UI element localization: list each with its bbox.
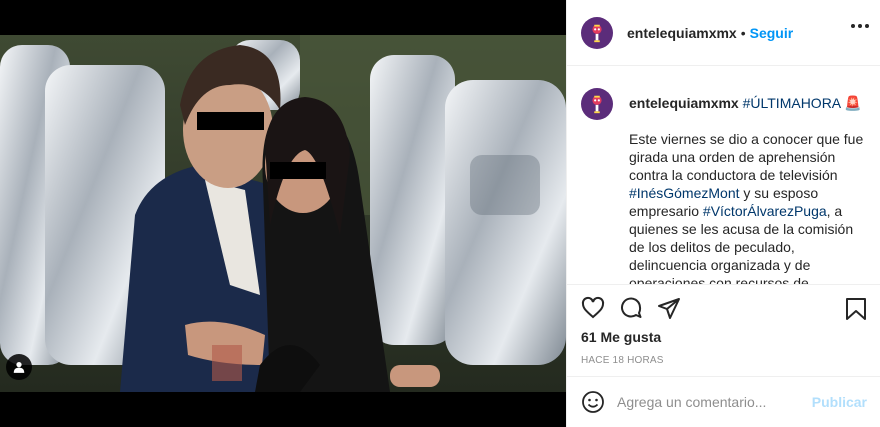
caption-username[interactable]: entelequiamxmx xyxy=(629,95,739,111)
hashtag-link[interactable]: #InésGómezMont xyxy=(629,185,740,201)
post-sidebar: entelequiamxmx • Seguir entelequiamxmx #… xyxy=(566,0,880,427)
bookmark-icon[interactable] xyxy=(845,297,867,326)
emoji-face-icon[interactable] xyxy=(581,390,605,414)
likes-count[interactable]: 61 Me gusta xyxy=(581,329,867,345)
avatar-logo-icon[interactable] xyxy=(581,88,613,120)
more-options-icon[interactable] xyxy=(851,24,869,28)
comment-bar: Publicar xyxy=(567,376,880,427)
separator-dot: • xyxy=(740,24,746,41)
post-author-username[interactable]: entelequiamxmx xyxy=(627,25,737,41)
post-media[interactable] xyxy=(0,0,566,427)
avatar-logo-icon[interactable] xyxy=(581,16,613,49)
post-caption: entelequiamxmx #ÚLTIMAHORA 🚨 Este vierne… xyxy=(567,66,880,284)
publish-button[interactable]: Publicar xyxy=(812,394,867,410)
siren-emoji: 🚨 xyxy=(844,95,862,111)
caption-first-line: entelequiamxmx #ÚLTIMAHORA 🚨 xyxy=(629,88,862,112)
user-tag-icon[interactable] xyxy=(6,354,32,380)
post-timestamp: HACE 18 HORAS xyxy=(581,355,664,366)
post-photo xyxy=(0,35,566,392)
comment-input[interactable] xyxy=(617,394,812,410)
caption-text: Este viernes se dio a conocer que fue gi… xyxy=(629,130,869,284)
follow-button[interactable]: Seguir xyxy=(750,25,794,41)
comment-bubble-icon[interactable] xyxy=(619,296,643,320)
caption-text-part: Este viernes se dio a conocer que fue gi… xyxy=(629,131,864,183)
post-header: entelequiamxmx • Seguir xyxy=(567,0,880,66)
post-actions: 61 Me gusta HACE 18 HORAS xyxy=(567,284,880,376)
paper-plane-icon[interactable] xyxy=(657,296,681,320)
heart-icon[interactable] xyxy=(581,296,605,320)
hashtag-link[interactable]: #ÚLTIMAHORA xyxy=(743,95,841,111)
hashtag-link[interactable]: #VíctorÁlvarezPuga xyxy=(703,203,827,219)
